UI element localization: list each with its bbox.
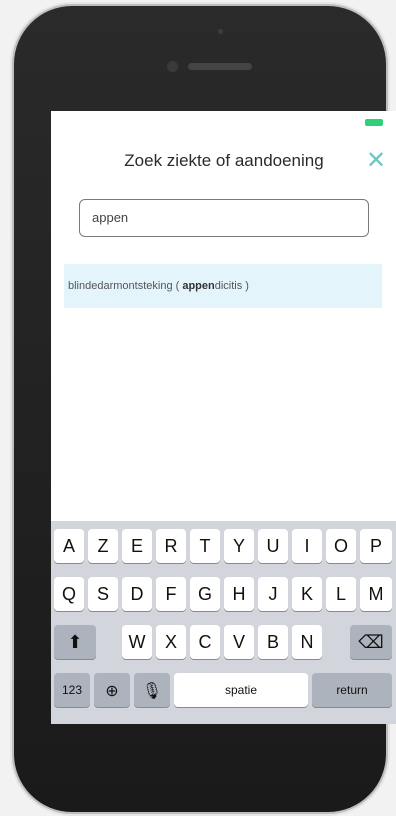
key-o[interactable]: O xyxy=(326,529,356,563)
return-key[interactable]: return xyxy=(312,673,392,707)
key-k[interactable]: K xyxy=(292,577,322,611)
front-sensor xyxy=(218,29,223,34)
backspace-key[interactable]: ⌫ xyxy=(350,625,392,659)
search-input[interactable]: appen xyxy=(79,199,369,237)
key-g[interactable]: G xyxy=(190,577,220,611)
close-icon[interactable]: ✕ xyxy=(365,149,387,173)
phone-frame: Zoek ziekte of aandoening ✕ appen blinde… xyxy=(14,6,396,812)
key-s[interactable]: S xyxy=(88,577,118,611)
battery-icon xyxy=(365,119,383,126)
key-i[interactable]: I xyxy=(292,529,322,563)
key-v[interactable]: V xyxy=(224,625,254,659)
key-q[interactable]: Q xyxy=(54,577,84,611)
globe-key[interactable]: ⊕ xyxy=(94,673,130,707)
search-value: appen xyxy=(92,210,129,225)
key-b[interactable]: B xyxy=(258,625,288,659)
keyboard: A Z E R T Y U I O P Q S D F G H J K L M … xyxy=(51,521,396,724)
key-x[interactable]: X xyxy=(156,625,186,659)
key-z[interactable]: Z xyxy=(88,529,118,563)
key-j[interactable]: J xyxy=(258,577,288,611)
microphone-key[interactable]: 🎙 xyxy=(134,673,170,707)
key-d[interactable]: D xyxy=(122,577,152,611)
result-suffix: dicitis ) xyxy=(214,280,249,292)
key-c[interactable]: C xyxy=(190,625,220,659)
page-title: Zoek ziekte of aandoening xyxy=(124,151,324,170)
front-camera xyxy=(167,61,178,72)
earpiece-speaker xyxy=(188,63,252,70)
backspace-icon: ⌫ xyxy=(358,632,384,652)
key-f[interactable]: F xyxy=(156,577,186,611)
numbers-key[interactable]: 123 xyxy=(54,673,90,707)
key-l[interactable]: L xyxy=(326,577,356,611)
space-key[interactable]: spatie xyxy=(174,673,308,707)
key-t[interactable]: T xyxy=(190,529,220,563)
key-w[interactable]: W xyxy=(122,625,152,659)
key-h[interactable]: H xyxy=(224,577,254,611)
key-u[interactable]: U xyxy=(258,529,288,563)
key-m[interactable]: M xyxy=(360,577,392,611)
shift-key[interactable]: ⬆ xyxy=(54,625,96,659)
key-e[interactable]: E xyxy=(122,529,152,563)
key-p[interactable]: P xyxy=(360,529,392,563)
key-a[interactable]: A xyxy=(54,529,84,563)
result-prefix: blindedarmontsteking ( xyxy=(68,280,183,292)
microphone-icon: 🎙 xyxy=(141,683,163,700)
key-y[interactable]: Y xyxy=(224,529,254,563)
app-screen: Zoek ziekte of aandoening ✕ appen blinde… xyxy=(51,111,396,724)
shift-icon: ⬆ xyxy=(67,632,83,652)
result-match: appen xyxy=(182,280,215,292)
globe-icon: ⊕ xyxy=(105,683,119,700)
key-r[interactable]: R xyxy=(156,529,186,563)
key-n[interactable]: N xyxy=(292,625,322,659)
search-result-item[interactable]: blindedarmontsteking ( appendicitis ) xyxy=(64,264,382,308)
